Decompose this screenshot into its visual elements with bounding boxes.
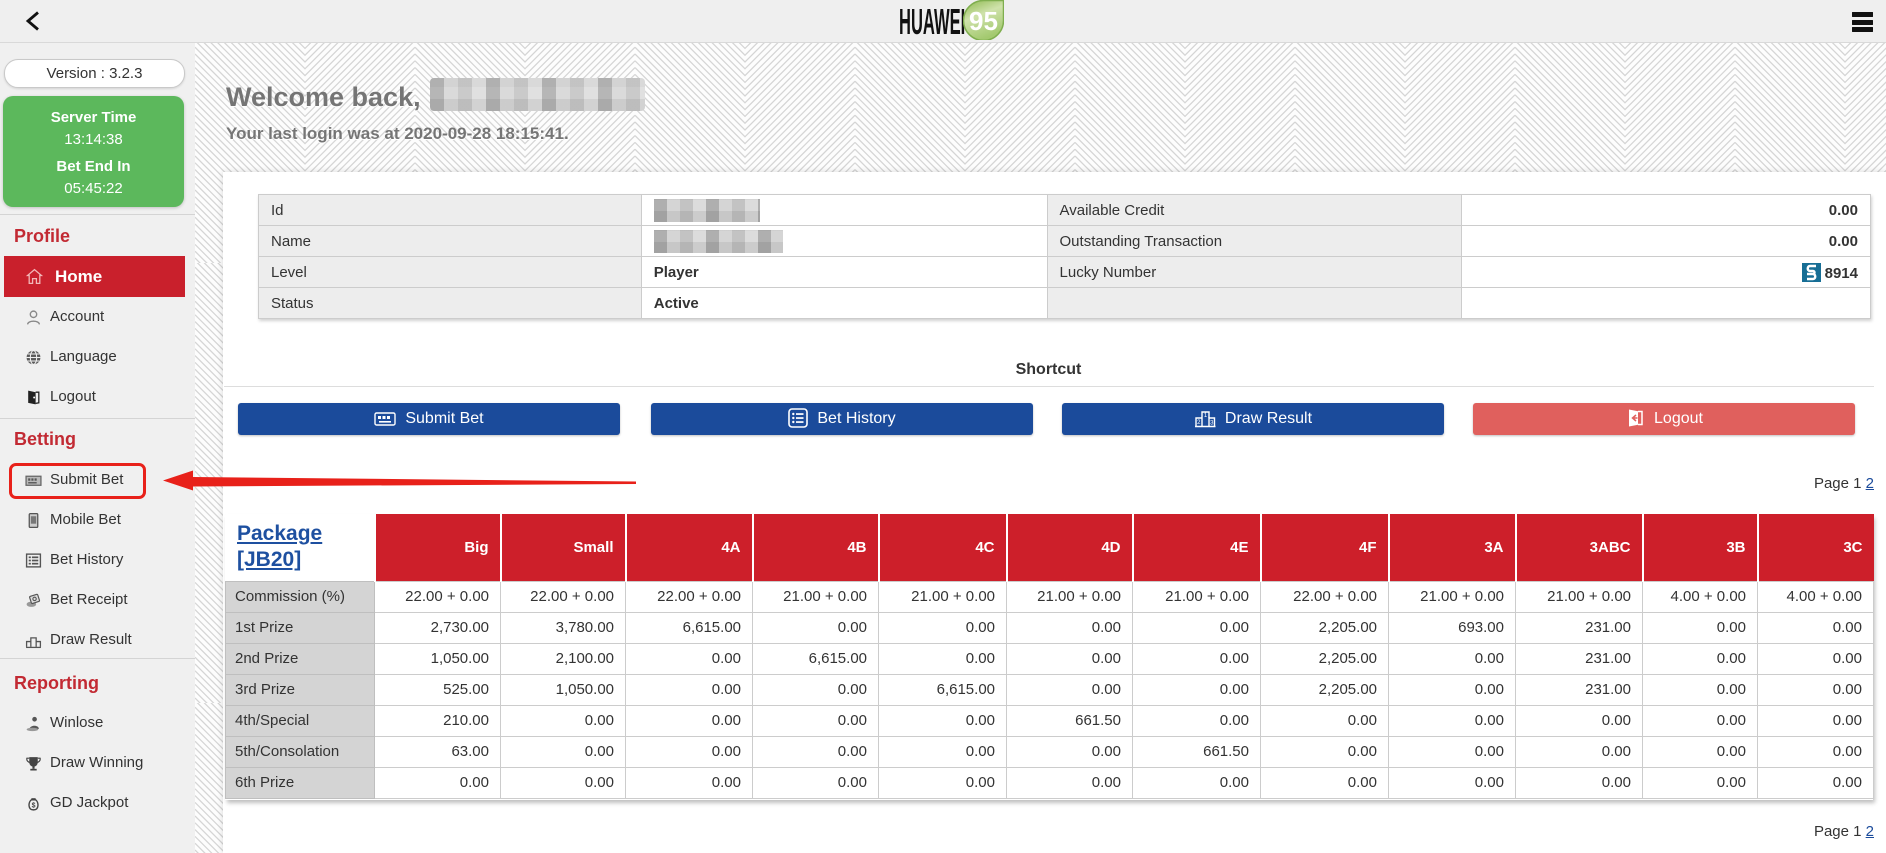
svg-text:1: 1 xyxy=(1204,413,1208,419)
svg-text:$: $ xyxy=(32,802,36,809)
svg-text:2: 2 xyxy=(1197,420,1201,426)
svg-text:3: 3 xyxy=(1210,421,1214,427)
svg-text:95: 95 xyxy=(969,6,998,36)
